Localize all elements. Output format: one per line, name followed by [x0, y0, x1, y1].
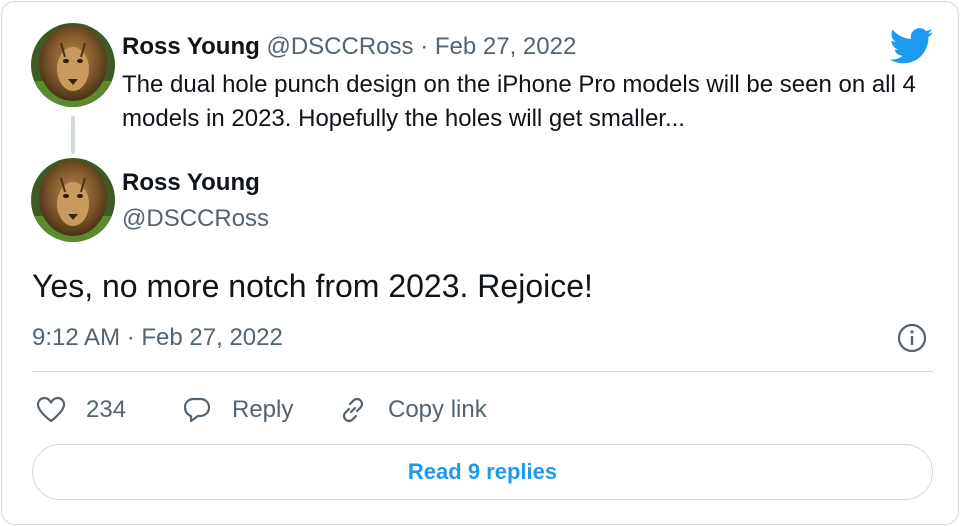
lion-avatar-image: [31, 158, 115, 242]
twitter-bird-icon[interactable]: [890, 28, 934, 64]
read-replies-label: Read 9 replies: [407, 459, 558, 484]
main-author-name[interactable]: Ross Young: [122, 166, 260, 200]
parent-tweet-text[interactable]: The dual hole punch design on the iPhone…: [122, 68, 932, 136]
avatar[interactable]: [31, 158, 115, 242]
speech-bubble-icon: [183, 397, 211, 423]
avatar[interactable]: [31, 23, 115, 107]
reply-button[interactable]: Reply: [182, 392, 293, 428]
read-replies-button[interactable]: Read 9 replies: [32, 444, 933, 500]
parent-author-name[interactable]: Ross Young: [122, 33, 260, 60]
twitter-bird-glyph: [890, 28, 933, 64]
copy-link-label: Copy link: [388, 396, 487, 423]
parent-tweet-date[interactable]: Feb 27, 2022: [435, 33, 576, 60]
info-icon[interactable]: [896, 322, 928, 354]
parent-tweet-header: Ross Young @DSCCRoss · Feb 27, 2022: [122, 30, 576, 64]
divider: [32, 371, 933, 372]
thread-connector-line: [71, 116, 75, 154]
parent-author-handle[interactable]: @DSCCRoss: [266, 33, 413, 60]
lion-avatar-image: [31, 23, 115, 107]
embedded-tweet-card: Ross Young @DSCCRoss · Feb 27, 2022 The …: [1, 1, 959, 525]
tweet-timestamp[interactable]: 9:12 AM · Feb 27, 2022: [32, 321, 283, 355]
main-tweet-text: Yes, no more notch from 2023. Rejoice!: [32, 268, 593, 304]
copy-link-button[interactable]: Copy link: [338, 392, 487, 428]
header-separator: ·: [420, 33, 429, 60]
main-author-handle[interactable]: @DSCCRoss: [122, 202, 269, 236]
like-count: 234: [86, 396, 127, 423]
reply-label: Reply: [232, 396, 294, 423]
heart-icon: [36, 396, 66, 423]
info-circle-glyph: [897, 323, 927, 353]
link-icon: [342, 397, 364, 423]
like-button[interactable]: 234: [36, 392, 126, 428]
